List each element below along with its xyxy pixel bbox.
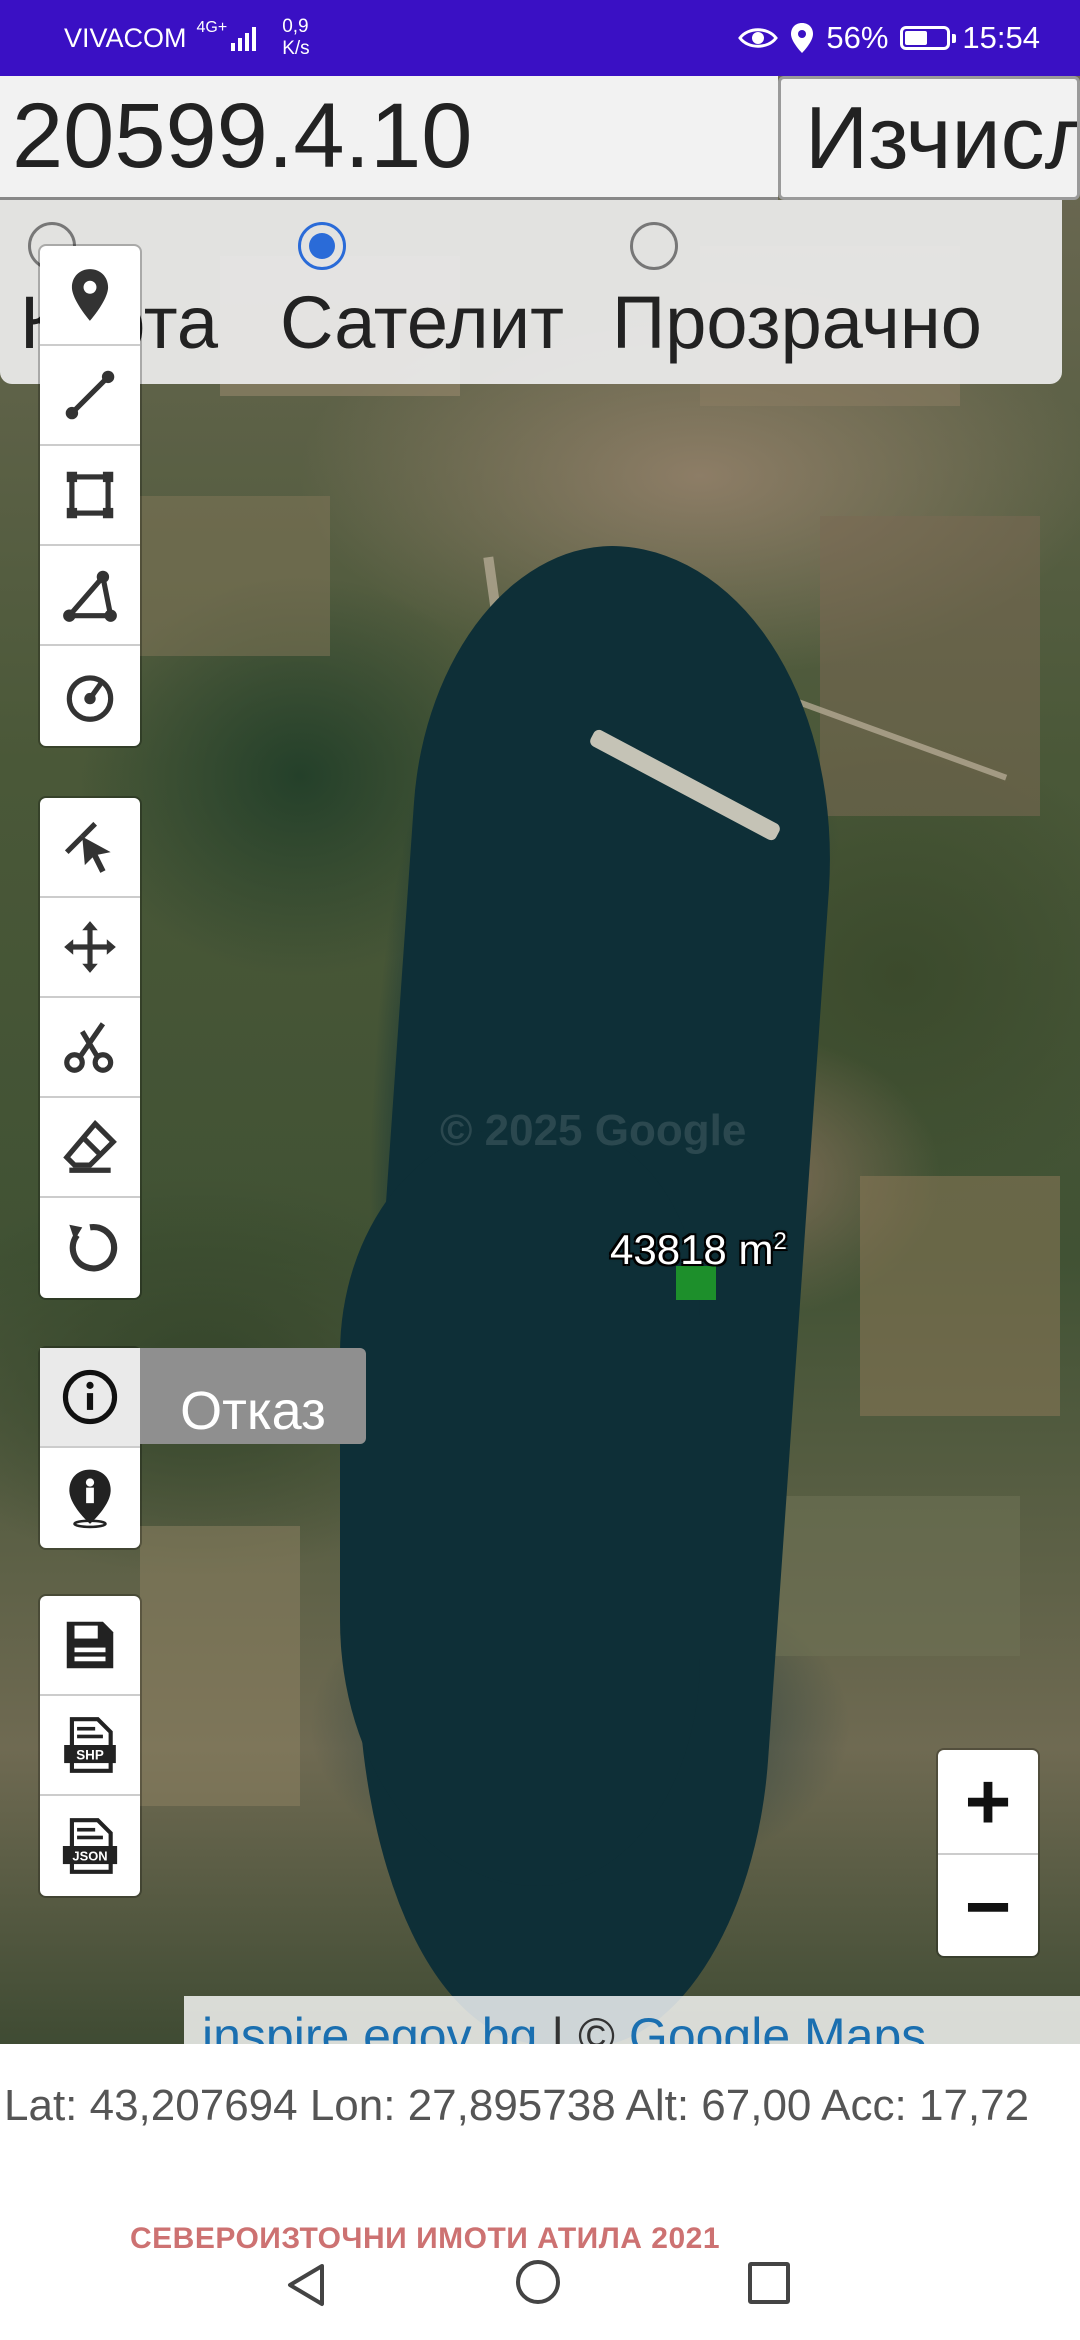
shp-label: SHP [76,1747,104,1762]
battery-percent: 56% [826,20,889,55]
marker-tool-button[interactable] [40,246,140,346]
map-field [140,1526,300,1806]
eye-icon [738,28,779,48]
eraser-icon [63,1119,117,1173]
speed-unit: K/s [282,38,310,59]
polygon-icon [63,570,117,622]
undo-tool-button[interactable] [40,1198,140,1298]
location-icon [791,23,814,53]
gps-coordinates: Lat: 43,207694 Lon: 27,895738 Alt: 67,00… [4,2081,1030,2130]
polygon-tool-button[interactable] [40,546,140,646]
property-code-input[interactable] [0,76,778,200]
my-location-tool-button[interactable] [40,1448,140,1548]
save-icon [66,1621,114,1669]
export-shp-button[interactable]: SHP [40,1696,140,1796]
export-json-button[interactable]: JSON [40,1796,140,1896]
network-speed: 0,9 K/s [282,16,309,60]
rectangle-tool-button[interactable] [40,446,140,546]
zoom-out-button[interactable]: − [938,1855,1038,1958]
area-label: 43818 m2 [610,1226,787,1274]
rectangle-icon [66,471,114,519]
info-tool-button[interactable] [40,1348,140,1448]
circle-icon [66,675,114,722]
signal-icon [231,25,257,51]
network-type: 4G+ [196,19,228,36]
line-tool-button[interactable] [40,346,140,446]
map-attribution: inspire.egov.bg | © Google Maps [184,1996,1080,2044]
select-tool-button[interactable] [40,798,140,898]
json-label: JSON [72,1848,107,1863]
battery-icon [900,26,957,50]
status-bar: VIVACOM 4G+ 0,9 K/s 56% 15:54 [0,0,1080,76]
radio-satellite-label[interactable]: Сателит [280,280,564,365]
attribution-source-link[interactable]: inspire.egov.bg [202,2008,537,2044]
erase-tool-button[interactable] [40,1098,140,1198]
person-location-icon [69,1469,111,1529]
speed-value: 0,9 [282,16,309,37]
attribution-provider-link[interactable]: Google Maps [629,2008,926,2044]
draw-toolbar [40,246,140,746]
carrier-name: VIVACOM [64,22,187,53]
polyline-icon [65,370,115,420]
zoom-in-button[interactable]: + [938,1750,1038,1855]
attribution-separator: | © [537,2008,629,2044]
recent-apps-icon[interactable] [748,2262,790,2304]
move-tool-button[interactable] [40,898,140,998]
select-pointer-icon [64,821,111,873]
radio-transparent-label[interactable]: Прозрачно [612,280,982,365]
clock: 15:54 [962,20,1040,55]
cancel-button[interactable]: Отказ [140,1348,366,1444]
navigation-bar [0,2240,1080,2340]
zoom-control: + − [938,1750,1038,1956]
file-toolbar: SHP JSON [40,1596,140,1896]
radio-satellite[interactable] [298,222,346,270]
cut-tool-button[interactable] [40,998,140,1098]
area-value: 43818 m [610,1226,774,1273]
save-tool-button[interactable] [40,1596,140,1696]
map-field [130,496,330,656]
calculate-button[interactable]: Изчисли [778,76,1080,200]
map-field [820,516,1040,816]
json-file-icon: JSON [62,1818,118,1874]
radio-transparent[interactable] [630,222,678,270]
circle-tool-button[interactable] [40,646,140,746]
map-field [860,1176,1060,1416]
scissors-icon [64,1022,114,1073]
info-toolbar [40,1348,140,1548]
area-unit-exponent: 2 [773,1228,787,1255]
shp-file-icon: SHP [64,1717,116,1773]
info-icon [62,1369,118,1425]
move-arrows-icon [64,921,116,973]
marker-icon [71,269,109,321]
rotate-icon [69,1223,118,1272]
map-watermark: © 2025 Google [440,1106,747,1155]
back-icon[interactable] [286,2262,326,2308]
edit-toolbar [40,798,140,1298]
home-icon[interactable] [516,2260,560,2304]
